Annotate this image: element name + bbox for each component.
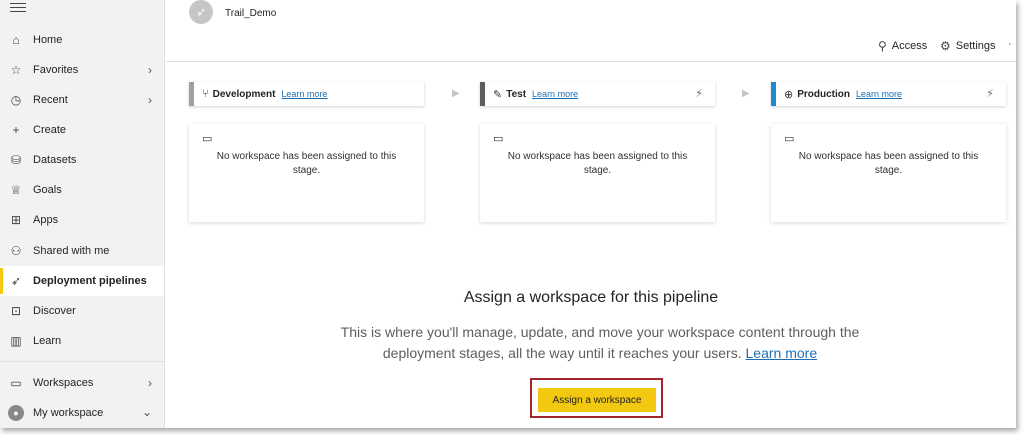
stage-name: Development — [212, 88, 276, 100]
header-divider — [166, 61, 1016, 62]
person-icon: ⚲ — [878, 39, 887, 53]
stage-arrow-icon: ▶ — [452, 88, 460, 99]
home-icon: ⌂ — [12, 33, 20, 47]
nav-label: Workspaces — [33, 377, 94, 389]
trophy-icon: ♕ — [10, 183, 22, 197]
gear-icon: ⚙ — [940, 39, 951, 53]
nav-label: Favorites — [33, 64, 79, 76]
app-window: ⌂ Home ☆ Favorites › ◷ Recent › + Create… — [0, 0, 1016, 428]
plus-icon: + — [12, 123, 20, 137]
shared-icon: ⚇ — [10, 244, 22, 258]
book-icon: ▥ — [10, 334, 22, 348]
settings-label: Settings — [955, 40, 996, 52]
empty-stage-text: No workspace has been assigned to this s… — [798, 151, 979, 176]
stage-header-test: ✎ Test Learn more ⚡ — [480, 82, 715, 106]
stage-color-bar — [480, 82, 485, 106]
learn-more-link[interactable]: Learn more — [856, 89, 902, 99]
settings-button[interactable]: ⚙ Settings — [940, 39, 996, 53]
stage-header-production: ⊕ Production Learn more ⚡ — [771, 82, 1006, 106]
stage-card-test: ▭ No workspace has been assigned to this… — [480, 124, 715, 222]
nav-recent[interactable]: ◷ Recent › — [0, 85, 164, 115]
chevron-right-icon: › — [148, 93, 152, 107]
clock-icon: ◷ — [10, 93, 22, 107]
more-options-icon[interactable]: · — [1008, 38, 1012, 50]
stage-color-bar — [189, 82, 194, 106]
nav-label: Goals — [33, 184, 62, 196]
nav-workspaces[interactable]: ▭ Workspaces › — [0, 368, 164, 398]
chevron-right-icon: › — [148, 63, 152, 77]
learn-more-link[interactable]: Learn more — [532, 89, 578, 99]
database-icon: ⛁ — [10, 153, 22, 167]
nav-divider — [0, 361, 164, 362]
nav-label: Discover — [33, 305, 76, 317]
nav-label: Learn — [33, 335, 62, 347]
access-label: Access — [891, 40, 928, 52]
workspace-icon: ▭ — [202, 133, 213, 145]
branch-icon: ⑂ — [202, 88, 209, 100]
nav-my-workspace[interactable]: ● My workspace ⌄ — [0, 398, 164, 428]
nav-label: Shared with me — [33, 245, 110, 257]
star-icon: ☆ — [10, 63, 22, 77]
nav-create[interactable]: + Create — [0, 115, 164, 145]
hamburger-menu-icon[interactable] — [10, 3, 26, 15]
nav-label: Apps — [33, 214, 59, 226]
nav-label: Create — [33, 124, 67, 136]
assign-workspace-button[interactable]: Assign a workspace — [538, 388, 656, 412]
apps-icon: ⊞ — [10, 213, 22, 227]
nav-label: Datasets — [33, 154, 77, 166]
assign-title: Assign a workspace for this pipeline — [463, 289, 719, 306]
nav-discover[interactable]: ⊡ Discover — [0, 296, 164, 326]
stage-arrow-icon: ▶ — [742, 88, 750, 99]
nav-label: Deployment pipelines — [33, 275, 147, 287]
stage-header-development: ⑂ Development Learn more — [189, 82, 424, 106]
pipeline-logo-icon: ➶ — [189, 0, 213, 24]
workspace-icon: ▭ — [784, 133, 795, 145]
nav-datasets[interactable]: ⛁ Datasets — [0, 145, 164, 175]
avatar: ● — [8, 405, 24, 421]
stage-card-development: ▭ No workspace has been assigned to this… — [189, 124, 424, 222]
nav-deployment-pipelines[interactable]: ➶ Deployment pipelines — [0, 266, 164, 296]
stage-card-production: ▭ No workspace has been assigned to this… — [771, 124, 1006, 222]
stage-color-bar — [771, 82, 776, 106]
nav-learn[interactable]: ▥ Learn — [0, 326, 164, 356]
workspaces-icon: ▭ — [10, 376, 22, 390]
deployment-rules-icon[interactable]: ⚡ — [986, 87, 994, 100]
nav-label: My workspace — [33, 407, 104, 419]
empty-stage-text: No workspace has been assigned to this s… — [216, 151, 397, 176]
discover-icon: ⊡ — [10, 304, 22, 318]
assign-description: This is where you'll manage, update, and… — [320, 322, 880, 364]
nav-label: Recent — [33, 94, 68, 106]
chevron-down-icon: ⌄ — [141, 405, 152, 419]
pipeline-name: Trail_Demo — [225, 8, 277, 19]
rocket-icon: ➶ — [10, 274, 22, 288]
left-nav: ⌂ Home ☆ Favorites › ◷ Recent › + Create… — [0, 0, 165, 428]
nav-apps[interactable]: ⊞ Apps — [0, 205, 164, 235]
nav-goals[interactable]: ♕ Goals — [0, 175, 164, 205]
workspace-icon: ▭ — [493, 133, 504, 145]
learn-more-link[interactable]: Learn more — [281, 89, 327, 99]
access-button[interactable]: ⚲ Access — [878, 39, 927, 53]
globe-icon: ⊕ — [784, 88, 794, 101]
clipboard-icon: ✎ — [493, 88, 503, 101]
stage-name: Production — [797, 88, 850, 100]
chevron-right-icon: › — [148, 376, 152, 390]
stage-name: Test — [506, 88, 527, 100]
nav-favorites[interactable]: ☆ Favorites › — [0, 55, 164, 85]
deployment-rules-icon[interactable]: ⚡ — [695, 87, 703, 100]
nav-shared-with-me[interactable]: ⚇ Shared with me — [0, 236, 164, 266]
nav-label: Home — [33, 34, 63, 46]
nav-home[interactable]: ⌂ Home — [0, 25, 164, 55]
empty-stage-text: No workspace has been assigned to this s… — [507, 151, 688, 176]
assign-learn-more-link[interactable]: Learn more — [746, 345, 818, 361]
